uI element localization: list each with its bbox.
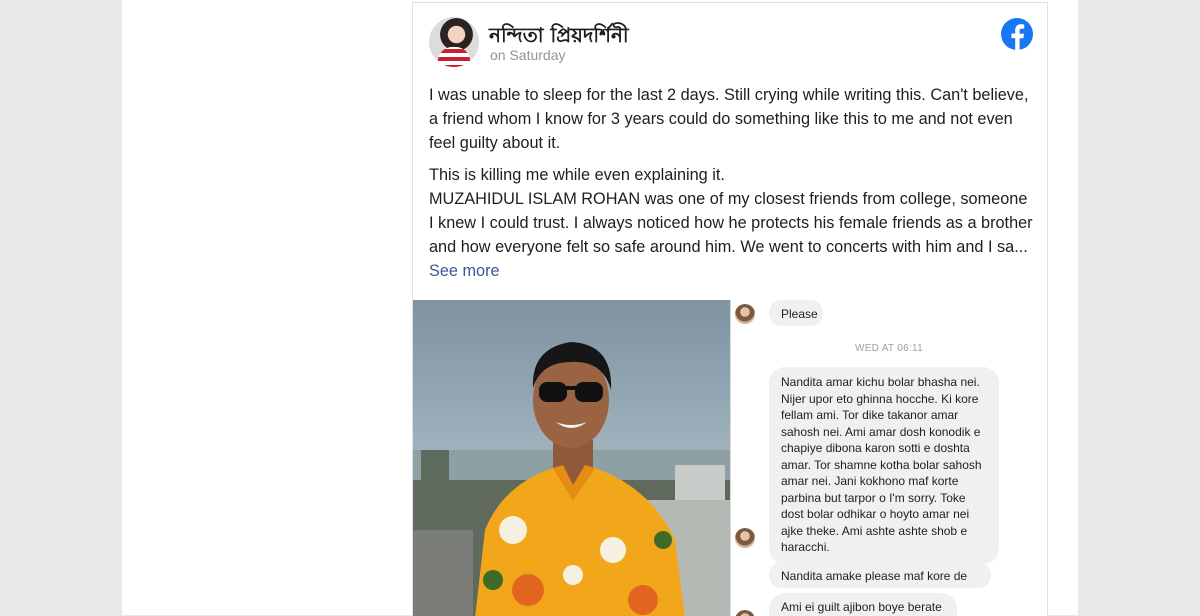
chat-avatar (735, 610, 755, 616)
post-paragraph-1: I was unable to sleep for the last 2 day… (429, 86, 1029, 152)
post-header: নন্দিতা প্রিয়দর্শিনী on Saturday (413, 3, 1047, 83)
chat-avatar (735, 528, 755, 548)
chat-message-bubble: Nandita amar kichu bolar bhasha nei. Nij… (769, 367, 999, 564)
chat-screenshot[interactable]: Please WED AT 06:11 Nandita amar kichu b… (731, 300, 1047, 616)
chat-message-bubble: Ami ei guilt ajibon boye berate (769, 593, 957, 616)
chat-avatar (735, 304, 755, 324)
facebook-icon[interactable] (1001, 18, 1033, 50)
post-paragraph-2: MUZAHIDUL ISLAM ROHAN was one of my clos… (429, 187, 1033, 283)
post-body: I was unable to sleep for the last 2 day… (429, 83, 1033, 283)
post-paragraph-2-text: MUZAHIDUL ISLAM ROHAN was one of my clos… (429, 190, 1033, 256)
post-paragraph-2-first-line: This is killing me while even explaining… (429, 166, 725, 184)
facebook-post-card: নন্দিতা প্রিয়দর্শিনী on Saturday I was … (412, 2, 1048, 616)
chat-message-bubble: Please (769, 300, 823, 326)
chat-timestamp: WED AT 06:11 (854, 343, 924, 354)
author-avatar[interactable] (429, 17, 479, 67)
post-photo-portrait[interactable] (413, 300, 730, 616)
post-timestamp[interactable]: on Saturday (490, 47, 566, 63)
chat-message-bubble: Nandita amake please maf kore de (769, 562, 991, 588)
page-background: নন্দিতা প্রিয়দর্শিনী on Saturday I was … (122, 0, 1078, 616)
portrait-illustration (413, 342, 730, 616)
see-more-link[interactable]: See more (429, 262, 500, 280)
avatar-shirt (438, 47, 470, 67)
